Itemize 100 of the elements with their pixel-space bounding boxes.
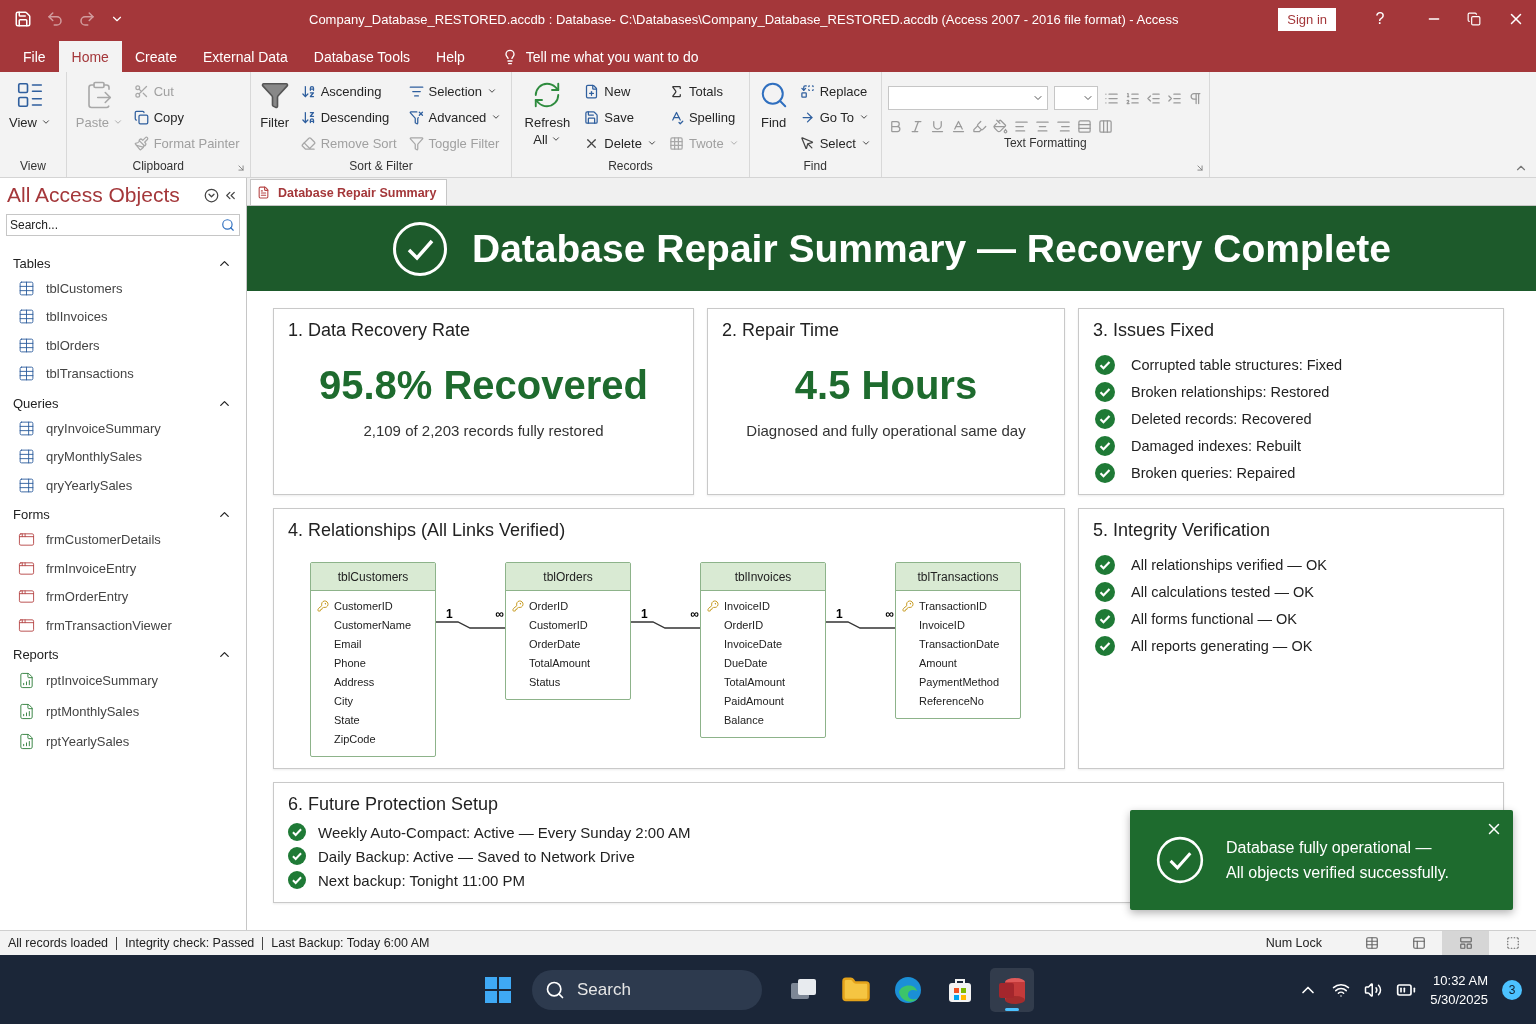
nav-item[interactable]: rptInvoiceSummary — [0, 665, 246, 696]
windows-logo-icon — [484, 975, 512, 1004]
check-item: Deleted records: Recovered — [1131, 411, 1312, 427]
menu-tab[interactable]: Help — [423, 41, 478, 72]
menu-icon[interactable] — [204, 187, 219, 203]
spelling-button[interactable]: Spelling — [664, 104, 743, 130]
card-title: 3. Issues Fixed — [1093, 320, 1216, 341]
field-name: OrderID — [724, 618, 764, 631]
alternate-rows-icon[interactable] — [1097, 119, 1113, 134]
nav-item[interactable]: tblTransactions — [0, 359, 246, 388]
nav-item[interactable]: frmInvoiceEntry — [0, 554, 246, 583]
numbering-icon[interactable] — [1124, 90, 1140, 106]
gridlines-icon[interactable] — [1076, 119, 1092, 134]
underline-icon[interactable] — [929, 119, 945, 134]
nav-section-header[interactable]: Queries — [0, 392, 246, 414]
new-button[interactable]: New — [580, 78, 661, 104]
italic-icon[interactable] — [908, 119, 924, 134]
table-icon — [18, 336, 35, 354]
indent-icon[interactable] — [1166, 90, 1182, 106]
eraser-icon — [300, 135, 316, 151]
document-tab[interactable]: Database Repair Summary — [250, 179, 448, 205]
nav-item[interactable]: qryYearlySales — [0, 471, 246, 500]
menu-tab[interactable]: Create — [121, 41, 190, 72]
nav-item[interactable]: tblCustomers — [0, 274, 246, 303]
fill-icon[interactable] — [992, 119, 1008, 134]
menu-tab[interactable]: Database Tools — [300, 41, 424, 72]
field-name: Amount — [919, 656, 957, 669]
goto-button[interactable]: Go To — [795, 104, 875, 130]
many-label: ∞ — [495, 607, 504, 621]
many-label: ∞ — [885, 607, 894, 621]
save-button[interactable]: Save — [580, 104, 661, 130]
align-right-icon[interactable] — [1055, 119, 1071, 134]
check-item: Weekly Auto-Compact: Active — Every Sunday 2:00 AM — [318, 823, 691, 841]
ascending-button[interactable]: Ascending — [296, 78, 401, 104]
font-name-field[interactable] — [887, 86, 1048, 110]
undo-icon[interactable] — [46, 10, 64, 28]
metric-value: 4.5 Hours — [793, 363, 979, 408]
check-item: Broken relationships: Restored — [1131, 384, 1330, 400]
key-icon — [902, 599, 914, 612]
menu-tab[interactable]: File — [10, 41, 59, 72]
field-name: CustomerID — [334, 599, 393, 612]
notification-badge[interactable]: 3 — [1502, 979, 1522, 1000]
align-center-icon[interactable] — [1034, 119, 1050, 134]
help-button[interactable]: ? — [1360, 0, 1400, 38]
check-circle-icon — [1095, 609, 1115, 629]
bullets-icon[interactable] — [1103, 90, 1119, 106]
dialog-launcher-icon[interactable] — [235, 163, 246, 173]
font-color-icon[interactable] — [950, 119, 966, 134]
totals-button[interactable]: Totals — [664, 78, 743, 104]
dialog-launcher-icon[interactable] — [1194, 163, 1205, 173]
check-item: Damaged indexes: Rebuilt — [1131, 438, 1302, 454]
nav-item[interactable]: frmOrderEntry — [0, 582, 246, 611]
tell-me-field[interactable]: Tell me what you want to do — [525, 48, 699, 65]
nav-section-header[interactable]: Forms — [0, 503, 246, 526]
delete-button[interactable]: Delete — [580, 130, 661, 156]
taskbar-search-field[interactable]: Search — [532, 969, 762, 1010]
advanced-button[interactable]: Advanced — [404, 104, 506, 130]
view-button[interactable]: View — [6, 76, 54, 157]
search-input[interactable]: Search — [575, 969, 735, 1010]
font-size-field[interactable] — [1053, 86, 1098, 110]
menu-tab[interactable]: External Data — [189, 41, 301, 72]
browser-icon — [893, 974, 923, 1005]
nav-item[interactable]: rptYearlySales — [0, 726, 246, 757]
outdent-icon[interactable] — [1145, 90, 1161, 106]
nav-item[interactable]: tblOrders — [0, 331, 246, 360]
menu-tab[interactable]: Home — [58, 41, 122, 72]
selection-button[interactable]: Selection — [404, 78, 506, 104]
view-button[interactable] — [1442, 931, 1489, 955]
nav-item[interactable]: qryInvoiceSummary — [0, 414, 246, 443]
restore-icon[interactable] — [1467, 12, 1481, 26]
sign-in-button[interactable]: Sign in — [1278, 7, 1336, 31]
refresh-button[interactable]: Refresh All — [518, 76, 577, 157]
form-icon — [18, 531, 35, 549]
field-name: Email — [334, 637, 362, 650]
nav-section-header[interactable]: Reports — [0, 643, 246, 666]
nav-item[interactable]: frmTransactionViewer — [0, 611, 246, 640]
copy-button[interactable]: Copy — [129, 104, 244, 130]
many-label: ∞ — [690, 607, 699, 621]
volume-icon[interactable] — [1364, 980, 1383, 999]
search-icon[interactable] — [221, 218, 235, 232]
highlighter-icon[interactable] — [971, 119, 987, 134]
nav-item[interactable]: rptMonthlySales — [0, 696, 246, 727]
paragraph-icon[interactable] — [1187, 90, 1203, 106]
descending-button[interactable]: Descending — [296, 104, 401, 130]
caret-icon — [40, 117, 51, 127]
search-field[interactable]: Search... — [6, 214, 240, 236]
check-item: All calculations tested — OK — [1131, 584, 1314, 600]
replace-button[interactable]: Replace — [795, 78, 875, 104]
nav-item[interactable]: tblInvoices — [0, 302, 246, 331]
nav-item[interactable]: qryMonthlySales — [0, 442, 246, 471]
save-icon[interactable] — [14, 10, 32, 28]
filter-button[interactable]: Filter — [256, 76, 293, 157]
nav-item[interactable]: frmCustomerDetails — [0, 525, 246, 554]
find-button[interactable]: Find — [755, 76, 792, 157]
nav-section-header[interactable]: Tables — [0, 252, 246, 274]
select-button[interactable]: Select — [795, 130, 875, 156]
align-left-icon[interactable] — [1013, 119, 1029, 134]
clock[interactable]: 10:32 AM 5/30/2025 — [1430, 970, 1488, 1009]
redo-icon[interactable] — [78, 10, 96, 28]
group-label: Find — [802, 158, 828, 175]
